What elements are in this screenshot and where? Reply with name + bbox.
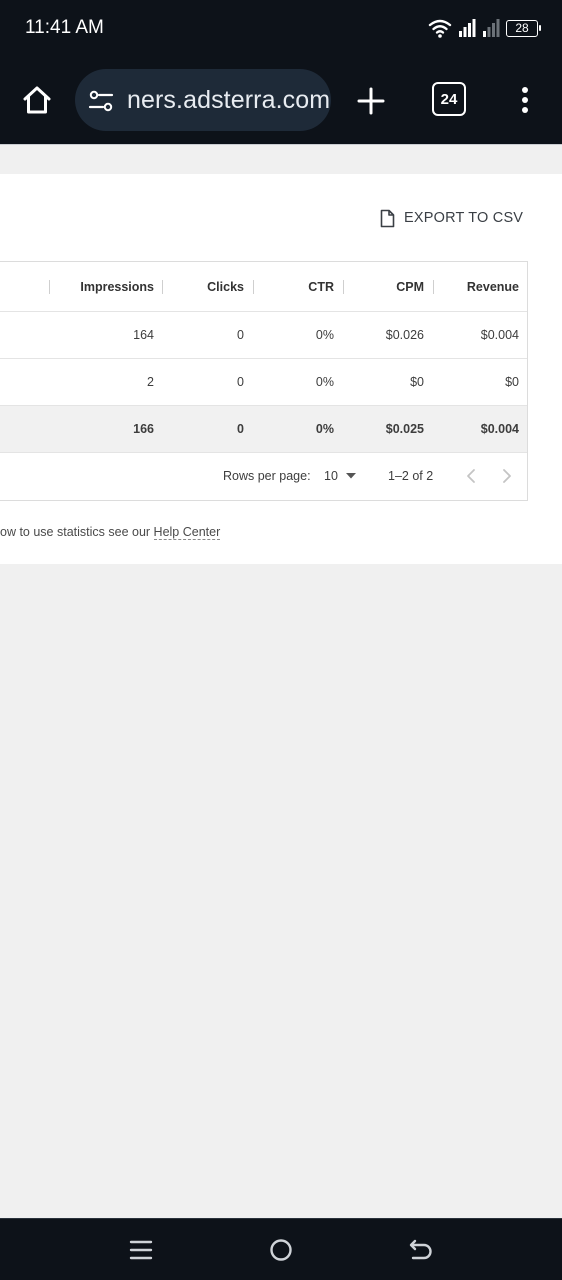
col-header-revenue[interactable]: Revenue bbox=[440, 262, 519, 311]
cell-impressions: 164 bbox=[133, 328, 154, 342]
cell-ctr: 0% bbox=[315, 375, 334, 389]
cell-revenue: $0 bbox=[505, 375, 519, 389]
total-impressions: 166 bbox=[133, 422, 154, 436]
pagination-range: 1–2 of 2 bbox=[388, 469, 434, 483]
rows-per-page-select[interactable]: 10 bbox=[324, 469, 356, 483]
wifi-icon bbox=[428, 19, 452, 38]
next-page-icon[interactable] bbox=[500, 467, 514, 485]
browser-toolbar: ners.adsterra.com 24 bbox=[0, 56, 562, 144]
export-csv-label: EXPORT TO CSV bbox=[404, 210, 524, 226]
total-revenue: $0.004 bbox=[480, 422, 519, 436]
total-ctr: 0% bbox=[315, 422, 334, 436]
back-nav-icon[interactable] bbox=[408, 1237, 434, 1263]
tune-icon[interactable] bbox=[88, 88, 114, 114]
table-row: 164 0 0% $0.026 $0.004 bbox=[0, 312, 527, 359]
column-separator bbox=[162, 280, 163, 294]
url-bar[interactable]: ners.adsterra.com bbox=[75, 69, 331, 131]
recent-apps-icon[interactable] bbox=[128, 1237, 154, 1263]
rows-per-page-label: Rows per page: bbox=[223, 469, 311, 483]
col-header-impressions[interactable]: Impressions bbox=[60, 262, 154, 311]
help-text: ow to use statistics see our Help Center bbox=[0, 525, 221, 540]
cell-cpm: $0 bbox=[410, 375, 424, 389]
plus-icon bbox=[357, 87, 385, 115]
overflow-menu-button[interactable] bbox=[512, 80, 538, 120]
cell-ctr: 0% bbox=[315, 328, 334, 342]
tabs-icon: 24 bbox=[432, 82, 466, 116]
cell-revenue: $0.004 bbox=[480, 328, 519, 342]
signal-weak-icon bbox=[483, 19, 500, 37]
column-separator bbox=[433, 280, 434, 294]
tab-switcher-button[interactable]: 24 bbox=[432, 82, 466, 116]
status-time: 11:41 AM bbox=[25, 17, 104, 38]
url-text: ners.adsterra.com bbox=[127, 86, 331, 114]
home-button[interactable] bbox=[17, 80, 57, 120]
statistics-panel: EXPORT TO CSV Impressions Clicks CTR CPM… bbox=[0, 174, 562, 564]
home-icon bbox=[23, 86, 51, 114]
cell-clicks: 0 bbox=[237, 328, 244, 342]
column-separator bbox=[49, 280, 50, 294]
signal-icon bbox=[459, 19, 476, 37]
export-csv-button[interactable]: EXPORT TO CSV bbox=[380, 207, 523, 229]
table-row: 2 0 0% $0 $0 bbox=[0, 359, 527, 406]
table-total-row: 166 0 0% $0.025 $0.004 bbox=[0, 406, 527, 453]
rows-per-page-value: 10 bbox=[324, 469, 338, 483]
help-text-prefix: ow to use statistics see our bbox=[0, 525, 154, 539]
cell-cpm: $0.026 bbox=[385, 328, 424, 342]
cell-clicks: 0 bbox=[237, 375, 244, 389]
col-header-clicks[interactable]: Clicks bbox=[170, 262, 244, 311]
status-bar: 11:41 AM 28 bbox=[0, 0, 562, 56]
system-nav-bar bbox=[0, 1218, 562, 1280]
dropdown-arrow-icon bbox=[345, 473, 356, 479]
page-header-strip bbox=[0, 144, 562, 174]
table-header-row: Impressions Clicks CTR CPM Revenue bbox=[0, 262, 527, 312]
previous-page-icon[interactable] bbox=[464, 467, 478, 485]
col-header-cpm[interactable]: CPM bbox=[350, 262, 424, 311]
cell-impressions: 2 bbox=[147, 375, 154, 389]
home-nav-icon[interactable] bbox=[268, 1237, 294, 1263]
column-separator bbox=[343, 280, 344, 294]
total-clicks: 0 bbox=[237, 422, 244, 436]
more-vert-icon bbox=[522, 87, 528, 113]
file-icon bbox=[380, 209, 395, 227]
status-icons: 28 bbox=[428, 17, 541, 39]
help-center-link[interactable]: Help Center bbox=[153, 525, 221, 540]
table-pagination: Rows per page: 10 1–2 of 2 bbox=[0, 453, 527, 501]
new-tab-button[interactable] bbox=[350, 80, 392, 122]
column-separator bbox=[253, 280, 254, 294]
total-cpm: $0.025 bbox=[385, 422, 424, 436]
battery-icon: 28 bbox=[506, 19, 541, 37]
col-header-ctr[interactable]: CTR bbox=[260, 262, 334, 311]
stats-table: Impressions Clicks CTR CPM Revenue 164 0… bbox=[0, 261, 528, 501]
